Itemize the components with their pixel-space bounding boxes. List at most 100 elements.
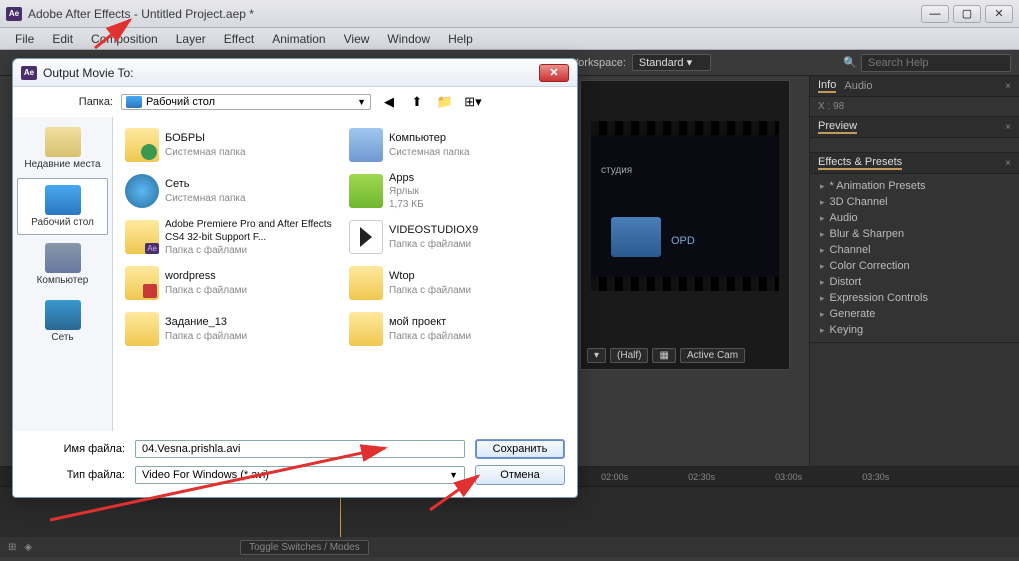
effects-category[interactable]: 3D Channel: [810, 194, 1019, 210]
menu-file[interactable]: File: [6, 32, 43, 46]
folder-icon: [125, 128, 159, 162]
panel-close-icon[interactable]: ×: [1005, 158, 1011, 169]
comp-text: OPD: [671, 235, 695, 247]
desktop-icon: [126, 96, 142, 108]
search-icon: 🔍: [843, 56, 857, 69]
place-network[interactable]: Сеть: [17, 294, 108, 349]
filetype-value: Video For Windows (*.avi): [142, 469, 269, 481]
comp-badge-icon: [611, 217, 661, 257]
place-recent[interactable]: Недавние места: [17, 121, 108, 176]
file-item[interactable]: БОБРЫСистемная папка: [123, 123, 343, 167]
menu-effect[interactable]: Effect: [215, 32, 263, 46]
folder-icon: [349, 266, 383, 300]
composition-viewer[interactable]: студия OPD ▾ (Half) ▦ Active Cam: [580, 80, 790, 370]
tab-audio[interactable]: Audio: [844, 80, 872, 92]
effects-category[interactable]: * Animation Presets: [810, 178, 1019, 194]
dialog-close-button[interactable]: ✕: [539, 64, 569, 82]
effects-category[interactable]: Generate: [810, 306, 1019, 322]
menu-composition[interactable]: Composition: [82, 32, 167, 46]
file-sub: Системная папка: [165, 146, 246, 159]
time-mark: 03:30s: [862, 472, 889, 482]
file-item[interactable]: Задание_13Папка с файлами: [123, 307, 343, 351]
computer-icon: [349, 128, 383, 162]
file-item[interactable]: WtopПапка с файлами: [347, 261, 567, 305]
file-item[interactable]: СетьСистемная папка: [123, 169, 343, 213]
folder-icon: [349, 220, 383, 254]
info-panel: Info Audio × X : 98: [810, 76, 1019, 117]
effects-category[interactable]: Distort: [810, 274, 1019, 290]
back-button[interactable]: ◀: [379, 92, 399, 112]
places-bar: Недавние места Рабочий стол Компьютер Се…: [13, 117, 113, 431]
view-menu-button[interactable]: ⊞▾: [463, 92, 483, 112]
tab-preview[interactable]: Preview: [818, 120, 857, 134]
maximize-button[interactable]: ▢: [953, 5, 981, 23]
minimize-button[interactable]: —: [921, 5, 949, 23]
menu-view[interactable]: View: [335, 32, 379, 46]
menu-window[interactable]: Window: [378, 32, 439, 46]
file-sub: Папка с файлами: [165, 244, 341, 257]
file-sub: Папка с файлами: [165, 330, 247, 343]
effects-category[interactable]: Color Correction: [810, 258, 1019, 274]
file-item[interactable]: AppsЯрлык 1,73 КБ: [347, 169, 567, 213]
magnification-select[interactable]: ▾: [587, 348, 606, 363]
file-sub: Системная папка: [165, 192, 246, 205]
save-dialog: Ae Output Movie To: ✕ Папка: Рабочий сто…: [12, 58, 578, 498]
file-item[interactable]: мой проектПапка с файлами: [347, 307, 567, 351]
effects-category[interactable]: Channel: [810, 242, 1019, 258]
place-label: Рабочий стол: [31, 217, 94, 228]
save-button[interactable]: Сохранить: [475, 439, 565, 459]
effects-category[interactable]: Audio: [810, 210, 1019, 226]
file-sub: Ярлык 1,73 КБ: [389, 185, 424, 211]
file-name: VIDEOSTUDIOX9: [389, 223, 478, 237]
folder-label: Папка:: [23, 96, 113, 108]
file-item[interactable]: Adobe Premiere Pro and After Effects CS4…: [123, 215, 343, 259]
place-computer[interactable]: Компьютер: [17, 237, 108, 292]
menubar: File Edit Composition Layer Effect Anima…: [0, 28, 1019, 50]
close-button[interactable]: ✕: [985, 5, 1013, 23]
effects-category[interactable]: Blur & Sharpen: [810, 226, 1019, 242]
file-item[interactable]: wordpressПапка с файлами: [123, 261, 343, 305]
camera-select[interactable]: Active Cam: [680, 348, 745, 363]
file-name: мой проект: [389, 315, 471, 329]
tab-info[interactable]: Info: [818, 79, 836, 93]
dialog-titlebar[interactable]: Ae Output Movie To: ✕: [13, 59, 577, 87]
panel-close-icon[interactable]: ×: [1005, 122, 1011, 133]
file-item[interactable]: VIDEOSTUDIOX9Папка с файлами: [347, 215, 567, 259]
filename-input[interactable]: [135, 440, 465, 458]
menu-edit[interactable]: Edit: [43, 32, 82, 46]
preview-panel: Preview ×: [810, 117, 1019, 153]
timeline-icon[interactable]: ◈: [24, 542, 32, 553]
dialog-app-icon: Ae: [21, 66, 37, 80]
file-name: Apps: [389, 171, 424, 185]
place-label: Сеть: [51, 332, 73, 343]
file-item[interactable]: КомпьютерСистемная папка: [347, 123, 567, 167]
help-search-input[interactable]: [861, 54, 1011, 72]
file-name: Компьютер: [389, 131, 470, 145]
place-desktop[interactable]: Рабочий стол: [17, 178, 108, 235]
folder-select[interactable]: Рабочий стол ▼: [121, 94, 371, 110]
resolution-select[interactable]: (Half): [610, 348, 648, 363]
file-sub: Папка с файлами: [389, 238, 478, 251]
files-view[interactable]: БОБРЫСистемная папка КомпьютерСистемная …: [113, 117, 577, 431]
chevron-down-icon: ▼: [449, 470, 458, 480]
panel-close-icon[interactable]: ×: [1005, 81, 1011, 92]
grid-icon[interactable]: ▦: [652, 348, 675, 363]
dialog-title: Output Movie To:: [43, 66, 539, 80]
effects-category[interactable]: Expression Controls: [810, 290, 1019, 306]
new-folder-button[interactable]: 📁: [435, 92, 455, 112]
menu-help[interactable]: Help: [439, 32, 482, 46]
filetype-select[interactable]: Video For Windows (*.avi) ▼: [135, 466, 465, 484]
menu-animation[interactable]: Animation: [263, 32, 334, 46]
comp-text: студия: [601, 165, 632, 176]
toggle-switches-button[interactable]: Toggle Switches / Modes: [240, 540, 369, 555]
cancel-button[interactable]: Отмена: [475, 465, 565, 485]
time-mark: 02:30s: [688, 472, 715, 482]
menu-layer[interactable]: Layer: [167, 32, 215, 46]
tab-effects-presets[interactable]: Effects & Presets: [818, 156, 902, 170]
up-button[interactable]: ⬆: [407, 92, 427, 112]
timeline-icon[interactable]: ⊞: [8, 542, 16, 553]
effects-category[interactable]: Keying: [810, 322, 1019, 338]
workspace-select[interactable]: Standard ▾: [632, 54, 711, 71]
window-title: Adobe After Effects - Untitled Project.a…: [28, 7, 921, 21]
file-sub: Системная папка: [389, 146, 470, 159]
